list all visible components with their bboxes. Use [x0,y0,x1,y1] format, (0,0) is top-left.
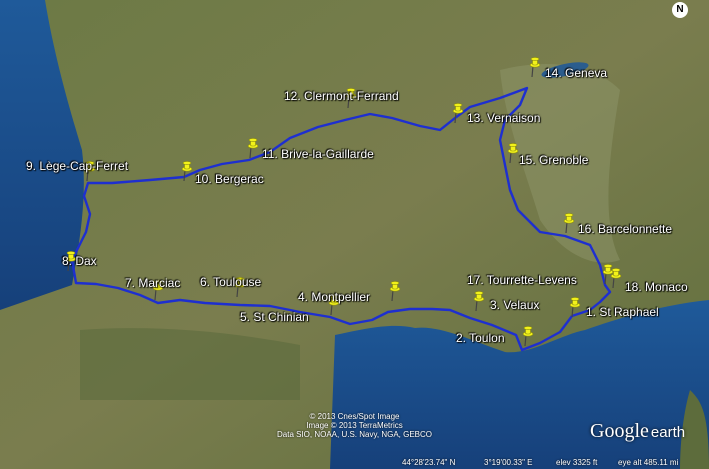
eye-altitude-readout: eye alt 485.11 mi [618,458,679,467]
place-label[interactable]: 7. Marciac [125,276,180,290]
place-label[interactable]: 4. Montpellier [298,290,370,304]
pushpin-icon[interactable] [246,137,260,159]
place-label[interactable]: 2. Toulon [456,331,505,345]
google-earth-logo: Google earth [590,420,685,443]
place-label[interactable]: 1. St Raphael [586,305,659,319]
place-label[interactable]: 5. St Chinian [240,310,309,324]
place-label[interactable]: 3. Velaux [490,298,539,312]
pushpin-icon[interactable] [521,325,535,347]
place-label[interactable]: 18. Monaco [625,280,688,294]
place-label[interactable]: 10. Bergerac [195,172,264,186]
place-label[interactable]: 15. Grenoble [519,153,588,167]
satellite-map[interactable]: 1. St Raphael 2. Toulon 3. Velaux 4. Montpe… [0,0,709,469]
place-label[interactable]: 13. Vernaison [467,111,540,125]
place-label[interactable]: 16. Barcelonnette [578,222,672,236]
latitude-readout: 44°28'23.74" N [402,458,456,467]
pushpin-icon[interactable] [180,160,194,182]
elevation-readout: elev 3325 ft [556,458,598,467]
pushpin-icon[interactable] [506,142,520,164]
pushpin-icon[interactable] [609,267,623,289]
place-label[interactable]: 8. Dax [62,254,97,268]
place-label[interactable]: 12. Clermont-Ferrand [284,89,399,103]
pushpin-icon[interactable] [528,56,542,78]
logo-google-text: Google [590,420,649,442]
place-label[interactable]: 11. Brive-la-Gaillarde [262,147,374,161]
compass-icon[interactable]: N [672,2,688,18]
pushpin-icon[interactable] [562,212,576,234]
place-label[interactable]: 6. Toulouse [200,275,261,289]
logo-earth-text: earth [650,424,686,441]
pushpin-icon[interactable] [451,102,465,124]
pushpin-icon[interactable] [568,296,582,318]
place-label[interactable]: 17. Tourrette-Levens [467,273,577,287]
pushpin-icon[interactable] [388,280,402,302]
place-label[interactable]: 9. Lège-Cap-Ferret [26,159,128,173]
pushpin-icon[interactable] [472,290,486,312]
place-label[interactable]: 14. Geneva [545,66,607,80]
longitude-readout: 3°19'00.33" E [484,458,533,467]
status-bar: 44°28'23.74" N 3°19'00.33" E elev 3325 f… [0,456,709,469]
